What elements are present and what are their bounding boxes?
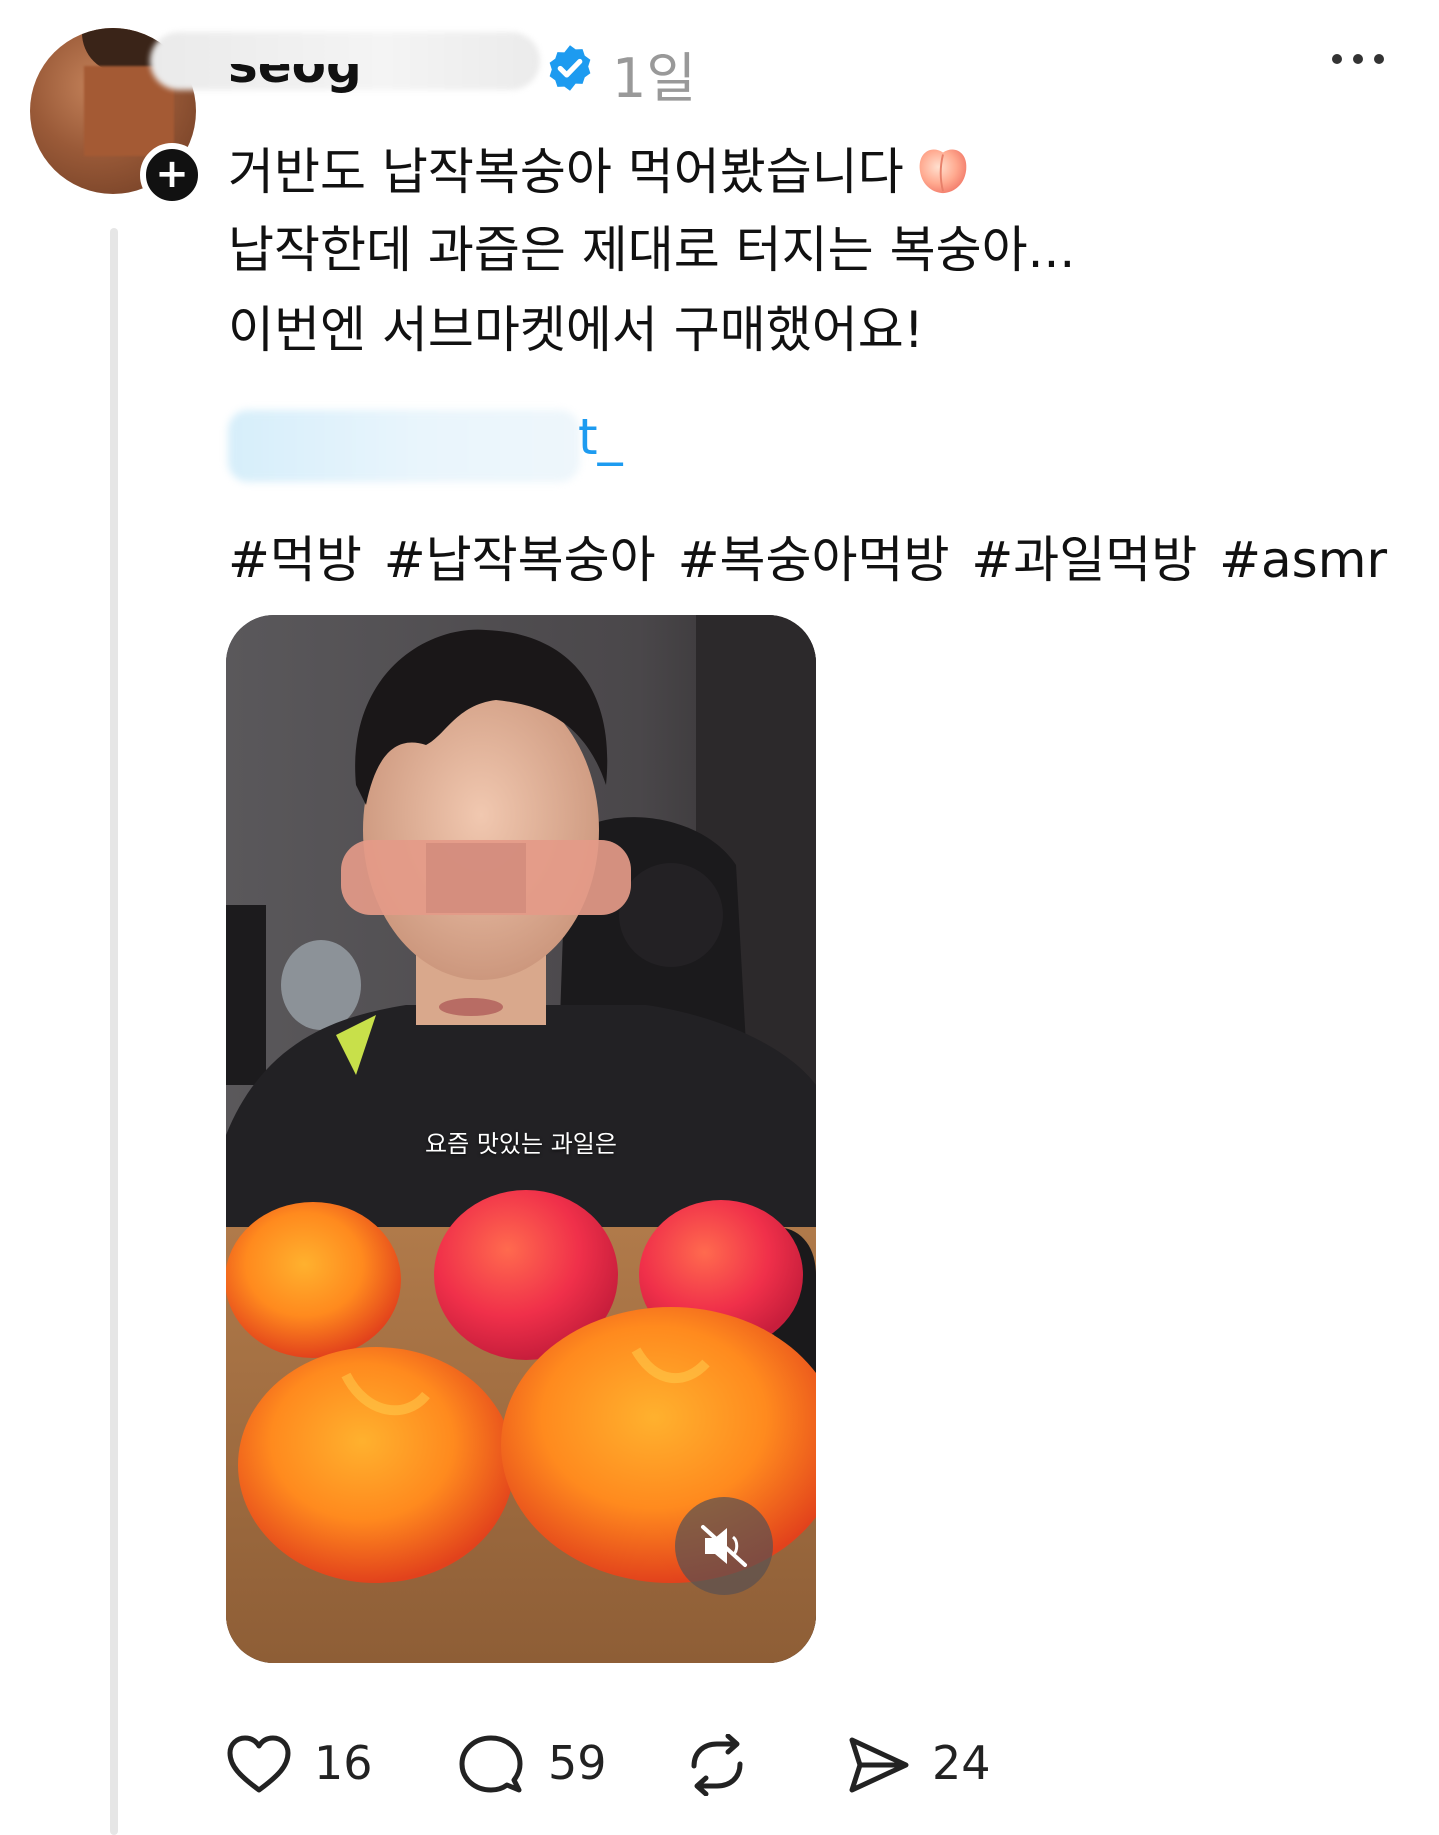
- mention-redaction: [228, 410, 580, 482]
- like-count: 16: [314, 1736, 373, 1790]
- post-text-line-3: 이번엔 서브마켓에서 구매했어요!: [228, 301, 924, 359]
- post-timestamp[interactable]: 1일: [612, 34, 696, 113]
- verified-badge-icon: [549, 45, 591, 91]
- video-caption: 요즘 맛있는 과일은: [425, 1130, 617, 1158]
- peach-emoji-icon: [919, 149, 967, 194]
- mention-link[interactable]: t_: [578, 408, 623, 466]
- hashtags[interactable]: #먹방 #납작복숭아 #복숭아먹방 #과일먹방 #asmr: [228, 520, 1387, 592]
- plus-icon: +: [155, 151, 189, 197]
- comment-icon: [459, 1735, 523, 1793]
- more-options-icon[interactable]: [1330, 52, 1386, 66]
- post-text-line-1: 거반도 납작복숭아 먹어봤습니다: [228, 132, 972, 204]
- heart-icon: [227, 1735, 291, 1793]
- follow-button[interactable]: +: [140, 143, 204, 207]
- share-count: 24: [932, 1736, 991, 1790]
- post-text-line-1-text: 거반도 납작복숭아 먹어봤습니다: [228, 143, 904, 201]
- send-icon: [849, 1737, 909, 1793]
- speaker-muted-icon: [701, 1525, 747, 1567]
- like-button[interactable]: 16: [226, 1730, 373, 1800]
- mute-button[interactable]: [675, 1497, 773, 1595]
- video-player[interactable]: 요즘 맛있는 과일은: [226, 615, 816, 1663]
- repost-button[interactable]: [684, 1730, 774, 1800]
- share-button[interactable]: 24: [846, 1730, 1006, 1800]
- thread-line: [110, 228, 118, 1835]
- reply-count: 59: [548, 1736, 607, 1790]
- post-text-line-2: 납작한데 과즙은 제대로 터지는 복숭아...: [228, 221, 1076, 279]
- reply-button[interactable]: 59: [458, 1730, 607, 1800]
- repost-icon: [691, 1734, 743, 1796]
